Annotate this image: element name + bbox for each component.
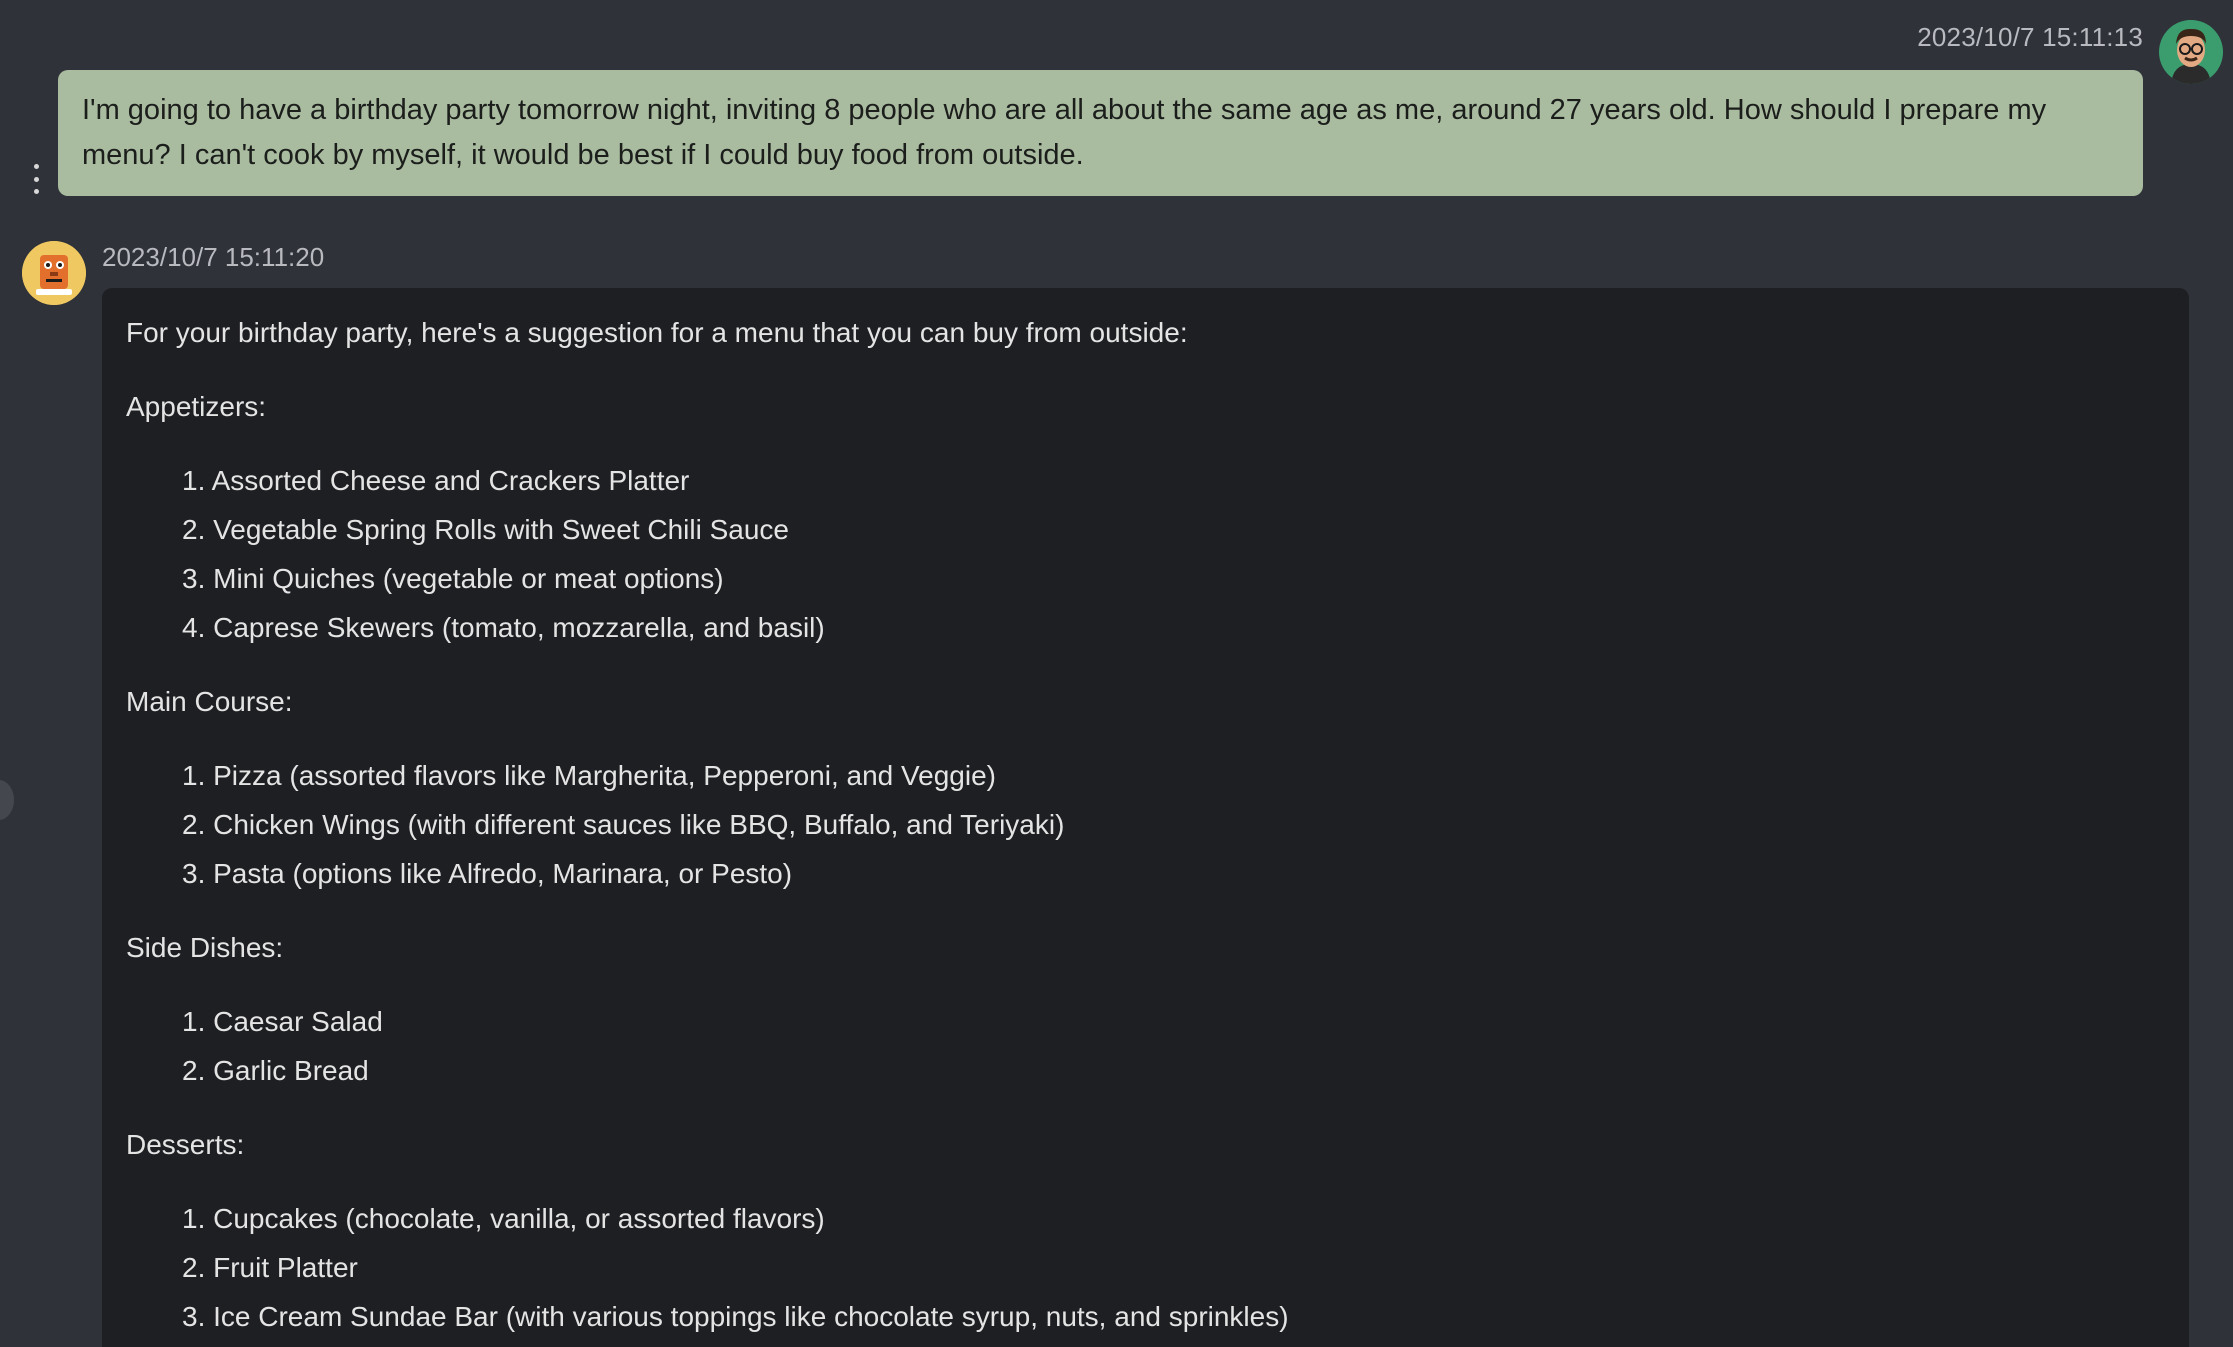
main-course-list: 1. Pizza (assorted flavors like Margheri… — [126, 751, 2165, 898]
section-heading-desserts: Desserts: — [126, 1129, 245, 1160]
list-item: 3. Pasta (options like Alfredo, Marinara… — [182, 858, 793, 889]
user-avatar-icon[interactable] — [2159, 20, 2223, 84]
appetizers-list: 1. Assorted Cheese and Crackers Platter … — [126, 456, 2165, 652]
list-item: 3. Mini Quiches (vegetable or meat optio… — [182, 563, 724, 594]
section-heading-main-course: Main Course: — [126, 686, 293, 717]
list-item: 1. Caesar Salad — [182, 1006, 383, 1037]
side-dishes-list: 1. Caesar Salad 2. Garlic Bread — [126, 997, 2165, 1095]
list-item: 4. Caprese Skewers (tomato, mozzarella, … — [182, 612, 825, 643]
section-heading-side-dishes: Side Dishes: — [126, 932, 284, 963]
more-vertical-icon[interactable] — [24, 164, 48, 194]
bot-intro-text: For your birthday party, here's a sugges… — [126, 317, 1188, 348]
bot-message-timestamp: 2023/10/7 15:11:20 — [102, 242, 325, 272]
user-message-bubble: I'm going to have a birthday party tomor… — [58, 70, 2143, 196]
list-item: 2. Fruit Platter — [182, 1252, 358, 1283]
list-item: 3. Ice Cream Sundae Bar (with various to… — [182, 1301, 1289, 1332]
list-item: 2. Chicken Wings (with different sauces … — [182, 809, 1065, 840]
user-message-timestamp: 2023/10/7 15:11:13 — [1917, 22, 2143, 52]
list-item: 2. Vegetable Spring Rolls with Sweet Chi… — [182, 514, 790, 545]
desserts-list: 1. Cupcakes (chocolate, vanilla, or asso… — [126, 1194, 2165, 1341]
section-heading-appetizers: Appetizers: — [126, 391, 267, 422]
list-item: 1. Cupcakes (chocolate, vanilla, or asso… — [182, 1203, 825, 1234]
sidebar-toggle-handle[interactable] — [0, 780, 14, 820]
list-item: 1. Assorted Cheese and Crackers Platter — [182, 465, 690, 496]
chat-page: 2023/10/7 15:11:13 I'm going to have a b… — [0, 0, 2233, 1347]
list-item: 1. Pizza (assorted flavors like Margheri… — [182, 760, 996, 791]
bot-message-bubble: For your birthday party, here's a sugges… — [102, 288, 2189, 1347]
list-item: 2. Garlic Bread — [182, 1055, 369, 1086]
robot-avatar-icon[interactable] — [22, 241, 86, 305]
